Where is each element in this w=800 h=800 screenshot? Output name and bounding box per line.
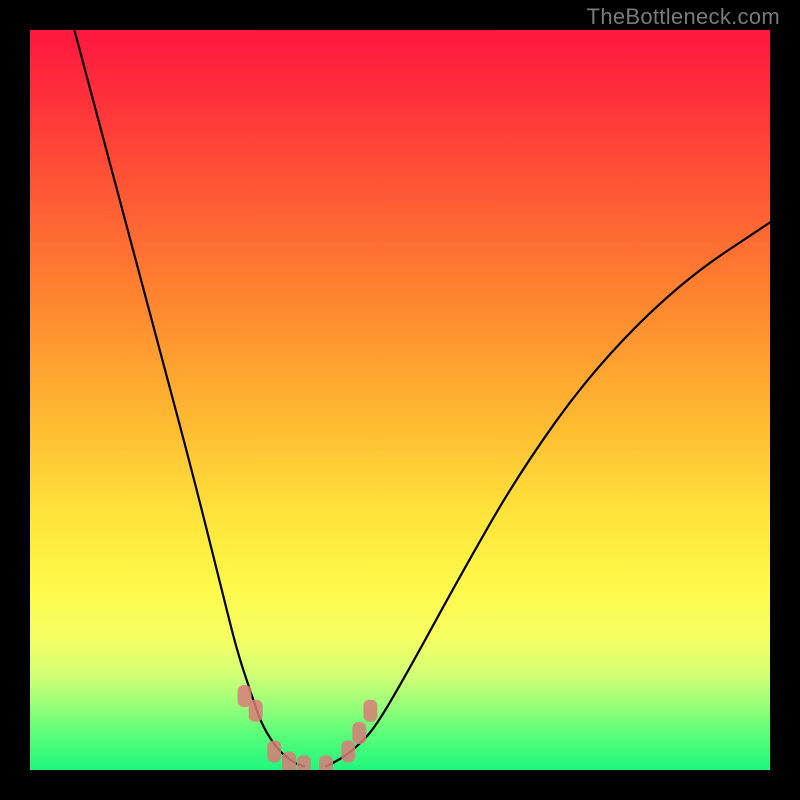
basin-marker xyxy=(282,752,296,770)
basin-markers-group xyxy=(238,685,378,770)
curve-overlay xyxy=(30,30,770,770)
watermark-text: TheBottleneck.com xyxy=(587,4,780,30)
basin-marker xyxy=(352,722,366,744)
basin-marker xyxy=(319,755,333,770)
basin-marker xyxy=(267,741,281,763)
chart-frame: TheBottleneck.com xyxy=(0,0,800,800)
plot-area xyxy=(30,30,770,770)
basin-marker xyxy=(297,755,311,770)
basin-marker xyxy=(363,700,377,722)
right-arm-path xyxy=(326,222,770,766)
left-arm-path xyxy=(74,30,303,766)
basin-marker xyxy=(249,700,263,722)
basin-marker xyxy=(341,741,355,763)
